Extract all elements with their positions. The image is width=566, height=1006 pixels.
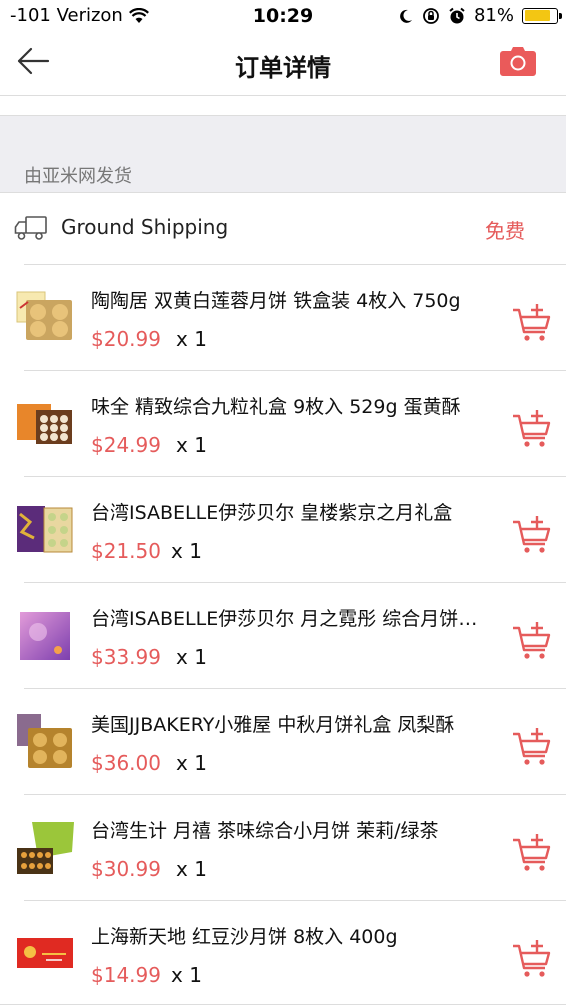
order-item[interactable]: 陶陶居 双黄白莲蓉月饼 铁盒装 4枚入 750g $20.99 x 1 [0, 264, 566, 370]
list-bottom-divider [0, 1004, 566, 1005]
item-qty: x 1 [176, 645, 207, 669]
product-thumbnail [17, 506, 73, 553]
shipping-fee: 免费 [485, 219, 525, 243]
order-item[interactable]: 台湾生计 月禧 茶味综合小月饼 茉莉/绿茶 $30.99 x 1 [0, 794, 566, 900]
item-price: $30.99 [91, 857, 161, 881]
item-name: 陶陶居 双黄白莲蓉月饼 铁盒装 4枚入 750g [91, 290, 461, 312]
moon-icon [400, 9, 412, 23]
item-qty: x 1 [176, 433, 207, 457]
item-qty: x 1 [171, 963, 202, 987]
item-price: $33.99 [91, 645, 161, 669]
battery-percent: 81% [473, 5, 514, 26]
battery-level [524, 10, 550, 21]
nav-bar: 订单详情 [0, 32, 566, 96]
order-item[interactable]: 台湾ISABELLE伊莎贝尔 月之霓彤 综合月饼礼盒 $33.99 x 1 [0, 582, 566, 688]
item-qty: x 1 [171, 539, 202, 563]
order-item[interactable]: 美国JJBAKERY小雅屋 中秋月饼礼盒 凤梨酥 $36.00 x 1 [0, 688, 566, 794]
item-qty: x 1 [176, 327, 207, 351]
add-to-cart-icon[interactable] [512, 302, 552, 342]
product-thumbnail [17, 714, 72, 768]
item-name: 台湾ISABELLE伊莎贝尔 皇楼紫京之月礼盒 [91, 502, 453, 524]
page-title: 订单详情 [235, 54, 331, 82]
product-thumbnail [17, 822, 74, 874]
product-thumbnail [16, 291, 72, 340]
item-price: $24.99 [91, 433, 161, 457]
orientation-lock-icon [423, 7, 439, 24]
order-item[interactable]: 台湾ISABELLE伊莎贝尔 皇楼紫京之月礼盒 $21.50 x 1 [0, 476, 566, 582]
add-to-cart-icon[interactable] [512, 726, 552, 766]
product-thumbnail [17, 938, 73, 968]
add-to-cart-icon[interactable] [512, 620, 552, 660]
item-name: 台湾ISABELLE伊莎贝尔 月之霓彤 综合月饼礼盒 [91, 608, 491, 630]
camera-icon [500, 47, 536, 76]
add-to-cart-icon[interactable] [512, 938, 552, 978]
order-item[interactable]: 味全 精致综合九粒礼盒 9枚入 529g 蛋黄酥 $24.99 x 1 [0, 370, 566, 476]
item-price: $20.99 [91, 327, 161, 351]
status-bar: -101 Verizon 10:29 81% [0, 0, 566, 32]
seller-label: 由亚米网发货 [24, 166, 132, 187]
item-name: 味全 精致综合九粒礼盒 9枚入 529g 蛋黄酥 [91, 396, 461, 418]
item-price: $36.00 [91, 751, 161, 775]
order-item[interactable]: 上海新天地 红豆沙月饼 8枚入 400g $14.99 x 1 [0, 900, 566, 1006]
add-to-cart-icon[interactable] [512, 408, 552, 448]
item-name: 上海新天地 红豆沙月饼 8枚入 400g [91, 926, 398, 948]
battery-icon [522, 7, 562, 24]
product-thumbnail [17, 404, 72, 444]
status-right: 81% [398, 5, 562, 26]
truck-icon [14, 216, 47, 240]
product-thumbnail [20, 612, 70, 660]
item-price: $14.99 [91, 963, 161, 987]
item-qty: x 1 [176, 857, 207, 881]
item-name: 台湾生计 月禧 茶味综合小月饼 茉莉/绿茶 [91, 820, 439, 842]
alarm-icon [449, 7, 465, 23]
item-qty: x 1 [176, 751, 207, 775]
add-to-cart-icon[interactable] [512, 514, 552, 554]
shipping-method: Ground Shipping [61, 215, 229, 239]
item-name: 美国JJBAKERY小雅屋 中秋月饼礼盒 凤梨酥 [91, 714, 455, 736]
item-price: $21.50 [91, 539, 161, 563]
add-to-cart-icon[interactable] [512, 832, 552, 872]
camera-button[interactable] [500, 46, 542, 82]
shipping-row: Ground Shipping 免费 [0, 193, 566, 265]
section-gap: 由亚米网发货 [0, 115, 566, 193]
